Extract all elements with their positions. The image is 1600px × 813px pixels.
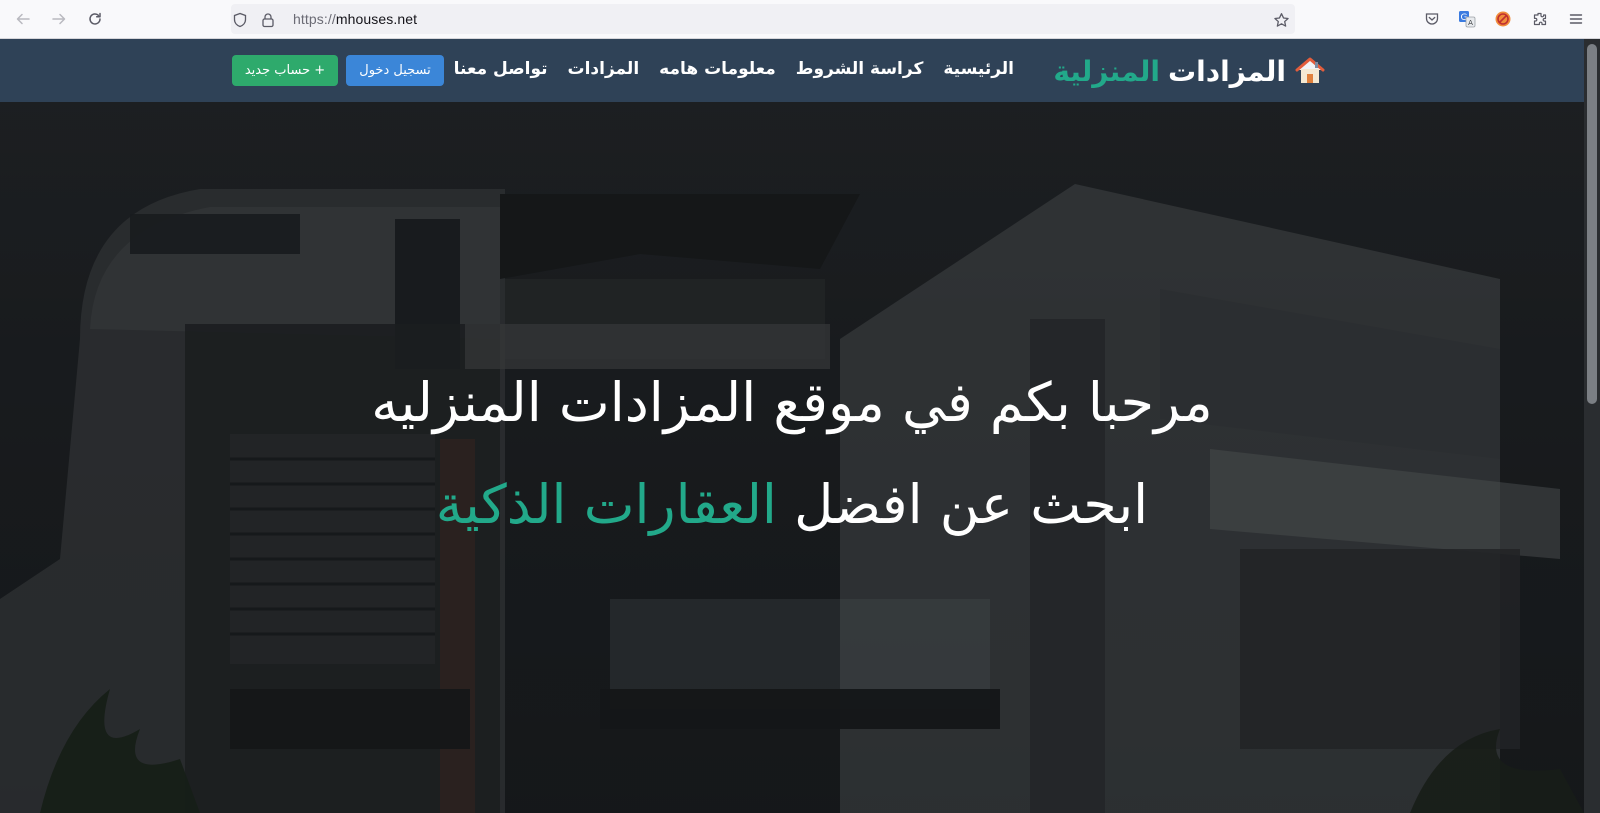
reload-icon[interactable] [83, 7, 107, 31]
main-nav: الرئيسية كراسة الشروط معلومات هامه المزا… [454, 59, 1014, 79]
scrollbar-thumb[interactable] [1587, 44, 1597, 404]
nav-link-important-info[interactable]: معلومات هامه [659, 59, 776, 79]
login-button[interactable]: تسجيل دخول [346, 55, 444, 86]
brand-accent-text: المنزلية [1053, 54, 1160, 88]
brand-main-text: المزادات [1167, 54, 1286, 88]
nav-link-terms[interactable]: كراسة الشروط [796, 59, 924, 79]
nav-link-auctions[interactable]: المزادات [568, 59, 640, 79]
address-bar[interactable]: https://mhouses.net [231, 4, 1295, 34]
house-icon [1294, 55, 1326, 87]
nav-link-home[interactable]: الرئيسية [943, 59, 1014, 79]
register-button[interactable]: + حساب جديد [232, 55, 338, 86]
nav-link-contact[interactable]: تواصل معنا [454, 59, 548, 79]
hero-subtitle-prefix: ابحث عن افضل [794, 473, 1149, 536]
svg-text:A: A [1468, 19, 1473, 27]
lock-icon[interactable] [259, 11, 277, 29]
pocket-icon[interactable] [1422, 9, 1442, 29]
browser-toolbar: https://mhouses.net GA [0, 0, 1600, 39]
hero-subtitle: ابحث عن افضل العقارات الذكية [0, 473, 1584, 536]
back-icon[interactable] [11, 7, 35, 31]
url-text[interactable]: https://mhouses.net [293, 11, 417, 27]
hero-subtitle-accent: العقارات الذكية [435, 473, 777, 536]
menu-icon[interactable] [1566, 9, 1586, 29]
site-navbar: المزادات المنزلية الرئيسية كراسة الشروط … [0, 39, 1584, 102]
shield-icon[interactable] [231, 11, 249, 29]
extensions-icon[interactable] [1530, 9, 1550, 29]
blocker-extension-icon[interactable] [1493, 9, 1513, 29]
translate-icon[interactable]: GA [1457, 9, 1477, 29]
forward-icon[interactable] [47, 7, 71, 31]
bookmark-star-icon[interactable] [1272, 11, 1290, 29]
hero-title: مرحبا بكم في موقع المزادات المنزليه [371, 371, 1213, 434]
site-logo[interactable]: المزادات المنزلية [1053, 53, 1326, 89]
hero-section: مرحبا بكم في موقع المزادات المنزليه ابحث… [0, 39, 1584, 813]
page: مرحبا بكم في موقع المزادات المنزليه ابحث… [0, 39, 1584, 813]
